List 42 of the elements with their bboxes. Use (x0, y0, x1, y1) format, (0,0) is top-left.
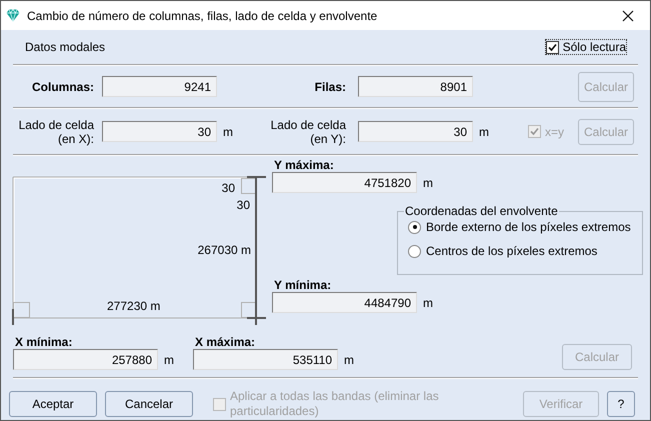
checkbox-label: Aplicar a todas las bandas (eliminar las particularidades) (230, 389, 440, 419)
radio-button[interactable] (408, 220, 421, 234)
field-label: Columnas: (32, 80, 95, 94)
group-title: Coordenadas del envolvente (404, 204, 559, 218)
close-icon (622, 10, 634, 22)
cancel-button[interactable]: Cancelar (105, 391, 193, 417)
radio-label: Centros de los píxeles extremos (426, 244, 598, 258)
input-field[interactable]: 4484790 (272, 292, 417, 313)
field-label: X máxima: (194, 335, 256, 349)
unit-label: m (478, 124, 490, 138)
dimension-label: 277230 m (107, 299, 160, 313)
section-label: Datos modales (25, 40, 106, 54)
dimension-label: 267030 m (198, 243, 251, 257)
input-field[interactable]: 4751820 (272, 172, 417, 193)
input-field[interactable]: 9241 (102, 76, 217, 97)
field-label: Filas: (314, 80, 347, 94)
input-field[interactable]: 30 (102, 121, 217, 142)
unit-label: m (163, 352, 174, 366)
input-field[interactable]: 535110 (193, 349, 338, 370)
unit-label: m (343, 352, 354, 366)
field-label: Y máxima: (273, 158, 335, 172)
field-label: X mínima: (14, 335, 74, 349)
unit-label: m (422, 176, 433, 190)
gem-icon (6, 9, 20, 22)
input-field[interactable]: 257880 (13, 349, 158, 370)
field-label: Y mínima: (273, 278, 332, 292)
unit-label: m (422, 296, 433, 310)
checkbox[interactable] (546, 40, 559, 54)
field-label: Lado de celda (en X): (18, 118, 95, 146)
radio-label: Borde externo de los píxeles extremos (426, 220, 631, 234)
field-label: Lado de celda (en Y): (270, 118, 347, 146)
unit-label: m (222, 124, 234, 138)
input-field[interactable]: 8901 (358, 76, 473, 97)
radio-button[interactable] (408, 244, 421, 258)
checkbox-label: Sólo lectura (562, 40, 626, 54)
help-button[interactable]: ? (607, 391, 635, 417)
window-title: Cambio de número de columnas, filas, lado de celda y envolvente (27, 8, 378, 22)
dimension-label: 30 (222, 181, 235, 195)
dimension-label: 30 (236, 198, 250, 212)
accept-button[interactable]: Aceptar (9, 391, 97, 417)
input-field[interactable]: 30 (358, 121, 473, 142)
checkbox-label: x=y (545, 124, 564, 138)
